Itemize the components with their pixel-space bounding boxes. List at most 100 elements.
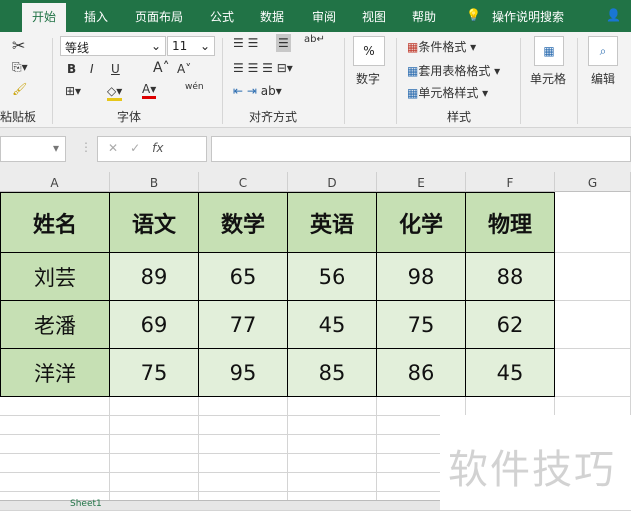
data-cell[interactable]: 88: [465, 252, 555, 301]
empty-cell[interactable]: [110, 397, 199, 416]
align-top-icon[interactable]: ☰ ☰: [233, 36, 258, 50]
empty-cell[interactable]: [466, 397, 555, 416]
data-cell[interactable]: 刘芸: [0, 252, 110, 301]
fill-color-icon[interactable]: ◇▾: [107, 84, 123, 101]
tab-view[interactable]: 视图: [362, 8, 386, 25]
wrap-text-icon[interactable]: ab↵: [304, 34, 325, 45]
empty-cell[interactable]: [110, 435, 199, 454]
column-header-b[interactable]: B: [110, 172, 199, 192]
conditional-format-button[interactable]: ▦条件格式 ▾: [407, 38, 476, 55]
tell-me-search[interactable]: 操作说明搜索: [492, 8, 564, 25]
cut-icon[interactable]: ✂: [12, 36, 25, 55]
cells-icon[interactable]: ▦: [534, 36, 564, 66]
cells-button[interactable]: 单元格: [530, 70, 566, 87]
indent-icon[interactable]: ⇤ ⇥ ab▾: [233, 84, 282, 98]
empty-cell[interactable]: [555, 397, 631, 416]
data-cell[interactable]: 95: [198, 348, 288, 397]
header-cell[interactable]: 姓名: [0, 192, 110, 253]
empty-cell[interactable]: [555, 253, 631, 301]
empty-cell[interactable]: [288, 473, 377, 492]
data-cell[interactable]: 45: [465, 348, 555, 397]
font-color-icon[interactable]: A▾: [142, 82, 157, 99]
underline-button[interactable]: U: [111, 62, 120, 76]
empty-cell[interactable]: [288, 435, 377, 454]
column-header-f[interactable]: F: [466, 172, 555, 192]
data-cell[interactable]: 98: [376, 252, 466, 301]
empty-cell[interactable]: [0, 435, 110, 454]
tab-home[interactable]: 开始: [22, 3, 67, 32]
empty-cell[interactable]: [110, 454, 199, 473]
empty-cell[interactable]: [0, 454, 110, 473]
header-cell[interactable]: 语文: [109, 192, 199, 253]
editing-button[interactable]: 编辑: [591, 70, 615, 87]
align-bottom-icon[interactable]: ☰: [276, 34, 291, 52]
tab-help[interactable]: 帮助: [412, 8, 436, 25]
insert-function-icon[interactable]: fx: [152, 141, 163, 155]
column-header-c[interactable]: C: [199, 172, 288, 192]
header-cell[interactable]: 化学: [376, 192, 466, 253]
empty-cell[interactable]: [199, 454, 288, 473]
cell-styles-button[interactable]: ▦单元格样式 ▾: [407, 84, 488, 101]
column-header-e[interactable]: E: [377, 172, 466, 192]
copy-icon[interactable]: ⎘▾: [12, 60, 28, 75]
empty-cell[interactable]: [288, 397, 377, 416]
empty-cell[interactable]: [0, 416, 110, 435]
data-cell[interactable]: 77: [198, 300, 288, 349]
formula-input[interactable]: [211, 136, 631, 162]
empty-cell[interactable]: [0, 397, 110, 416]
header-cell[interactable]: 数学: [198, 192, 288, 253]
format-as-table-button[interactable]: ▦套用表格格式 ▾: [407, 62, 500, 79]
tab-data[interactable]: 数据: [260, 8, 284, 25]
borders-icon[interactable]: ⊞▾: [65, 84, 81, 98]
font-name-select[interactable]: 等线 ⌄: [60, 36, 166, 56]
number-format-button[interactable]: 数字: [356, 70, 380, 87]
data-cell[interactable]: 老潘: [0, 300, 110, 349]
column-header-g[interactable]: G: [555, 172, 631, 192]
empty-cell[interactable]: [288, 416, 377, 435]
data-cell[interactable]: 62: [465, 300, 555, 349]
header-cell[interactable]: 英语: [287, 192, 377, 253]
data-cell[interactable]: 85: [287, 348, 377, 397]
column-header-a[interactable]: A: [0, 172, 110, 192]
format-painter-icon[interactable]: 🖌: [12, 82, 27, 96]
tab-formulas[interactable]: 公式: [210, 8, 234, 25]
name-box[interactable]: ▾: [0, 136, 66, 162]
tab-insert[interactable]: 插入: [84, 8, 108, 25]
empty-cell[interactable]: [288, 454, 377, 473]
enter-icon[interactable]: ✓: [130, 141, 152, 155]
pinyin-icon[interactable]: wén: [185, 82, 204, 92]
empty-cell[interactable]: [110, 473, 199, 492]
data-cell[interactable]: 89: [109, 252, 199, 301]
increase-font-icon[interactable]: A˄: [153, 60, 170, 76]
column-header-d[interactable]: D: [288, 172, 377, 192]
empty-cell[interactable]: [199, 416, 288, 435]
italic-button[interactable]: I: [90, 62, 94, 76]
data-cell[interactable]: 69: [109, 300, 199, 349]
empty-cell[interactable]: [199, 473, 288, 492]
empty-cell[interactable]: [377, 397, 466, 416]
share-icon[interactable]: 👤: [606, 8, 621, 22]
empty-cell[interactable]: [555, 192, 631, 253]
empty-cell[interactable]: [0, 473, 110, 492]
empty-cell[interactable]: [199, 397, 288, 416]
percent-icon[interactable]: %: [353, 36, 385, 66]
empty-cell[interactable]: [555, 349, 631, 397]
data-cell[interactable]: 65: [198, 252, 288, 301]
data-cell[interactable]: 75: [376, 300, 466, 349]
data-cell[interactable]: 86: [376, 348, 466, 397]
empty-cell[interactable]: [199, 435, 288, 454]
data-cell[interactable]: 洋洋: [0, 348, 110, 397]
sheet-tab[interactable]: Sheet1: [70, 499, 102, 509]
tab-review[interactable]: 审阅: [312, 8, 336, 25]
tab-page-layout[interactable]: 页面布局: [135, 8, 183, 25]
align-left-icon[interactable]: ☰ ☰ ☰ ⊟▾: [233, 61, 293, 75]
cancel-icon[interactable]: ✕: [108, 141, 130, 155]
header-cell[interactable]: 物理: [465, 192, 555, 253]
data-cell[interactable]: 75: [109, 348, 199, 397]
data-cell[interactable]: 45: [287, 300, 377, 349]
data-cell[interactable]: 56: [287, 252, 377, 301]
font-size-select[interactable]: 11 ⌄: [167, 36, 215, 56]
empty-cell[interactable]: [110, 416, 199, 435]
search-icon[interactable]: ⌕: [588, 36, 618, 66]
empty-cell[interactable]: [555, 301, 631, 349]
